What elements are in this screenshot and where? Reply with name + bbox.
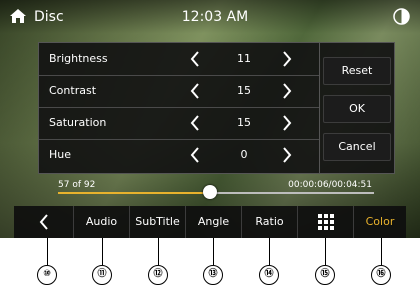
- subtitle-button[interactable]: SubTitle: [130, 206, 186, 238]
- playback-time: 00:00:06/00:04:51: [288, 180, 372, 190]
- progress-fill: [58, 192, 210, 194]
- audio-button[interactable]: Audio: [74, 206, 130, 238]
- setting-label: Hue: [49, 148, 72, 161]
- callout-10: ⑩: [37, 265, 57, 285]
- callout-16: ⑯: [371, 265, 391, 285]
- increase-arrow-icon[interactable]: [281, 50, 293, 68]
- video-background: Disc 12:03 AM Brightness 11 Contrast 15 …: [0, 0, 420, 238]
- decrease-arrow-icon[interactable]: [189, 82, 201, 100]
- home-icon[interactable]: [9, 8, 27, 24]
- ratio-button[interactable]: Ratio: [242, 206, 298, 238]
- menu-grid-button[interactable]: [298, 206, 354, 238]
- track-position: 57 of 92: [58, 180, 96, 190]
- increase-arrow-icon[interactable]: [281, 146, 293, 164]
- setting-label: Contrast: [49, 84, 97, 97]
- callout-leader: [102, 238, 103, 265]
- callout-12: ⑫: [148, 265, 168, 285]
- decrease-arrow-icon[interactable]: [189, 50, 201, 68]
- cancel-button[interactable]: Cancel: [323, 133, 391, 161]
- callout-leader: [47, 238, 48, 265]
- callout-11: ⑪: [92, 265, 112, 285]
- callout-leader: [158, 238, 159, 265]
- setting-row-contrast: Contrast 15: [39, 75, 319, 108]
- setting-label: Brightness: [49, 52, 108, 65]
- brightness-icon[interactable]: [393, 8, 410, 25]
- setting-row-saturation: Saturation 15: [39, 107, 319, 140]
- setting-value: 11: [237, 52, 251, 65]
- setting-value: 0: [240, 148, 248, 161]
- setting-value: 15: [237, 116, 251, 129]
- divider: [319, 43, 320, 173]
- setting-row-brightness: Brightness 11: [39, 43, 319, 76]
- callout-15: ⑮: [315, 265, 335, 285]
- source-title: Disc: [34, 9, 64, 25]
- grid-icon: [317, 214, 334, 230]
- status-bar: Disc 12:03 AM: [0, 0, 420, 34]
- decrease-arrow-icon[interactable]: [189, 114, 201, 132]
- picture-settings-panel: Brightness 11 Contrast 15 Saturation 15 …: [38, 42, 395, 174]
- progress-knob[interactable]: [202, 185, 217, 199]
- setting-row-hue: Hue 0: [39, 139, 319, 171]
- bottom-toolbar: Audio SubTitle Angle Ratio Color: [14, 206, 406, 238]
- angle-button[interactable]: Angle: [186, 206, 242, 238]
- callout-leader: [213, 238, 214, 265]
- decrease-arrow-icon[interactable]: [189, 146, 201, 164]
- callout-13: ⑬: [203, 265, 223, 285]
- increase-arrow-icon[interactable]: [281, 114, 293, 132]
- increase-arrow-icon[interactable]: [281, 82, 293, 100]
- clock: 12:03 AM: [181, 9, 249, 25]
- setting-value: 15: [237, 84, 251, 97]
- setting-label: Saturation: [49, 116, 107, 129]
- color-button[interactable]: Color: [354, 206, 406, 238]
- ok-button[interactable]: OK: [323, 95, 391, 123]
- back-button[interactable]: [14, 206, 74, 238]
- reset-button[interactable]: Reset: [323, 57, 391, 85]
- chevron-left-icon: [39, 214, 48, 230]
- callout-leader: [269, 238, 270, 265]
- callout-leader: [325, 238, 326, 265]
- callout-leader: [381, 238, 382, 265]
- callout-14: ⑭: [259, 265, 279, 285]
